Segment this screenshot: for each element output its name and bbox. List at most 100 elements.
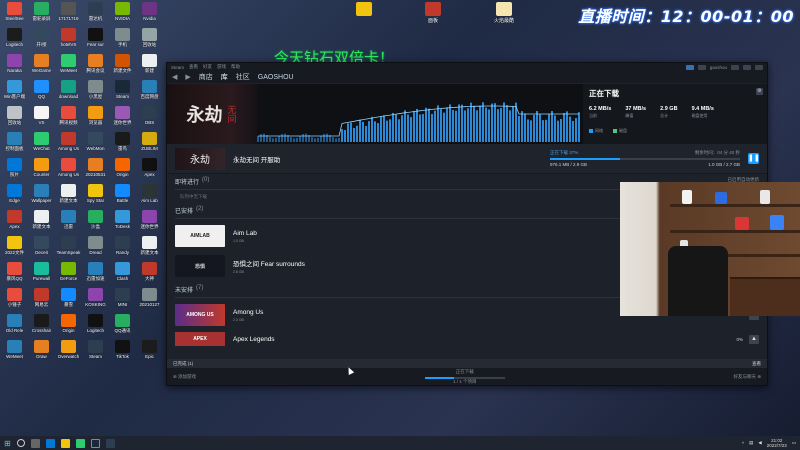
desktop-icon[interactable]: Apex <box>1 210 28 236</box>
steam-taskbar-icon[interactable] <box>90 438 100 448</box>
network-icon[interactable]: ▤ <box>749 440 753 446</box>
desktop-icon[interactable]: Origin <box>55 314 82 340</box>
desktop-icon[interactable]: Draw <box>28 340 55 366</box>
desktop-icon[interactable]: 20210531 <box>82 158 109 184</box>
desktop-icon[interactable]: 小锤子 <box>1 288 28 314</box>
desktop-icon[interactable]: NVIDIA <box>109 2 136 28</box>
menu-help[interactable]: 帮助 <box>231 64 240 70</box>
friends-icon[interactable] <box>697 64 706 70</box>
desktop-icon[interactable]: Old Rele <box>1 314 28 340</box>
desktop-icon[interactable]: 雷达机 <box>82 2 109 28</box>
edge-icon[interactable] <box>45 438 55 448</box>
desktop-icon[interactable]: SteelSee <box>1 2 28 28</box>
desktop-icon[interactable]: Crosshair <box>28 314 55 340</box>
desktop-icon[interactable]: Dread <box>82 236 109 262</box>
tab-community[interactable]: 社区 <box>236 72 250 82</box>
desktop-icon[interactable]: 新建文件 <box>109 54 136 80</box>
desktop-icon[interactable]: Deceit <box>28 236 55 262</box>
maximize-icon[interactable] <box>743 64 751 70</box>
desktop-icon[interactable] <box>136 314 163 340</box>
explorer-icon[interactable] <box>60 438 70 448</box>
desktop-icon[interactable]: WeMeet <box>1 340 28 366</box>
desktop-icon[interactable]: 小黑屋 <box>82 80 109 106</box>
desktop-icon[interactable]: 雷蛇录屏 <box>28 2 55 28</box>
desktop-icon[interactable]: 新建文本 <box>28 210 55 236</box>
desktop-icon[interactable]: 暴雪 <box>55 288 82 314</box>
desktop-icon[interactable]: Spy Star <box>82 184 109 210</box>
desktop-icon[interactable]: 2022文件 <box>1 236 28 262</box>
desktop-icon[interactable]: Purewall <box>28 262 55 288</box>
desktop-icon[interactable]: 百度网盘 <box>136 80 163 106</box>
settings-icon[interactable]: ⚙ <box>756 88 763 95</box>
desktop-icon[interactable]: 网易云 <box>28 288 55 314</box>
wechat-icon[interactable] <box>75 438 85 448</box>
menu-friends[interactable]: 好友 <box>203 64 212 70</box>
desktop-icon[interactable]: Clash <box>109 262 136 288</box>
pause-button[interactable]: ❚❚ <box>748 153 760 164</box>
completed-count[interactable]: 已完成 (1) <box>173 361 193 367</box>
desktop-icon[interactable]: 腾讯视频 <box>55 106 82 132</box>
system-clock[interactable]: 21:02 2022/7/23 <box>767 438 787 448</box>
desktop-icon[interactable]: ToDesk <box>109 210 136 236</box>
desktop-icon[interactable]: WeGame <box>28 54 55 80</box>
desktop-icon[interactable]: 大神 <box>136 262 163 288</box>
desktop-icon[interactable]: 浏览器 <box>82 106 109 132</box>
desktop-icon[interactable]: Apex <box>136 158 163 184</box>
desktop-icon[interactable]: 控制面板 <box>1 132 28 158</box>
desktop-icon[interactable]: Steam <box>82 340 109 366</box>
tab-store[interactable]: 商店 <box>199 72 213 82</box>
desktop-icon[interactable]: Overwatch <box>55 340 82 366</box>
close-icon[interactable] <box>755 64 763 70</box>
desktop-icon[interactable]: 回收站 <box>136 28 163 54</box>
tab-profile[interactable]: GAOSHOU <box>258 74 294 81</box>
windows-start-icon[interactable]: ⊞ <box>4 439 11 448</box>
desktop-icon[interactable]: OBS <box>136 106 163 132</box>
desktop-icon[interactable]: Counter <box>28 158 55 184</box>
desktop-icon[interactable]: 腾讯会议 <box>82 54 109 80</box>
desktop-icon[interactable]: Logitech <box>82 314 109 340</box>
desktop-icon[interactable]: 照片 <box>1 158 28 184</box>
desktop-icon[interactable]: 迅雷加速 <box>82 262 109 288</box>
menu-steam[interactable]: Steam <box>171 65 184 70</box>
desktop-icon[interactable]: Randy <box>109 236 136 262</box>
tab-library[interactable]: 库 <box>221 72 228 82</box>
desktop-icon[interactable]: WebMon <box>82 132 109 158</box>
current-game-thumbnail[interactable]: 永劫 <box>175 147 225 170</box>
desktop-icon[interactable]: TeamSpeak <box>55 236 82 262</box>
desktop-icon[interactable]: hotelVS <box>55 28 82 54</box>
tray-arrow-icon[interactable]: ^ <box>742 441 744 446</box>
desktop-icon[interactable]: GeForce <box>55 262 82 288</box>
desktop-icon[interactable]: download <box>55 80 82 106</box>
unscheduled-game-row[interactable]: APEX Apex Legends 0% ▲ <box>175 332 759 346</box>
desktop-icon[interactable]: Aim Lab <box>136 184 163 210</box>
desktop-top-app[interactable] <box>350 2 378 17</box>
desktop-icon[interactable]: Logitech <box>1 28 28 54</box>
desktop-icon[interactable]: Nvidia <box>136 2 163 28</box>
current-game-name[interactable]: 永劫无间 开服助 <box>233 154 280 164</box>
desktop-icon[interactable]: Wallpaper <box>28 184 55 210</box>
back-arrow-icon[interactable]: ◀ <box>172 73 177 81</box>
notification-icon[interactable] <box>685 64 694 70</box>
desktop-icon[interactable]: 新建文本 <box>136 236 163 262</box>
menu-view[interactable]: 查看 <box>189 64 198 70</box>
desktop-icon[interactable]: VS <box>28 106 55 132</box>
desktop-icon[interactable]: Battle <box>109 184 136 210</box>
friends-chat-button[interactable]: 好友与聊天 ⊕ <box>733 374 761 380</box>
desktop-icon[interactable]: TikTok <box>109 340 136 366</box>
desktop-icon[interactable]: QQ通讯 <box>109 314 136 340</box>
desktop-icon[interactable]: MINI <box>109 288 136 314</box>
desktop-icon[interactable]: 新建文本 <box>55 184 82 210</box>
desktop-icon[interactable]: 迷你世界 <box>136 210 163 236</box>
move-up-icon[interactable]: ▲ <box>749 334 759 344</box>
footer-download-status[interactable]: 正在下载 1 / 1 个项目 <box>424 369 505 385</box>
desktop-icon[interactable]: QQ <box>28 80 55 106</box>
desktop-icon[interactable]: 手机 <box>109 28 136 54</box>
desktop-icon[interactable]: Edge <box>1 184 28 210</box>
desktop-icon[interactable]: Steam <box>109 80 136 106</box>
search-icon[interactable] <box>16 439 25 447</box>
desktop-icon[interactable]: 迅雷 <box>55 210 82 236</box>
desktop-top-document[interactable]: 火焰最酷 <box>490 2 518 24</box>
desktop-icon[interactable]: 20210127 <box>136 288 163 314</box>
desktop-icon[interactable]: Naraka <box>1 54 28 80</box>
task-view-icon[interactable] <box>30 438 40 448</box>
